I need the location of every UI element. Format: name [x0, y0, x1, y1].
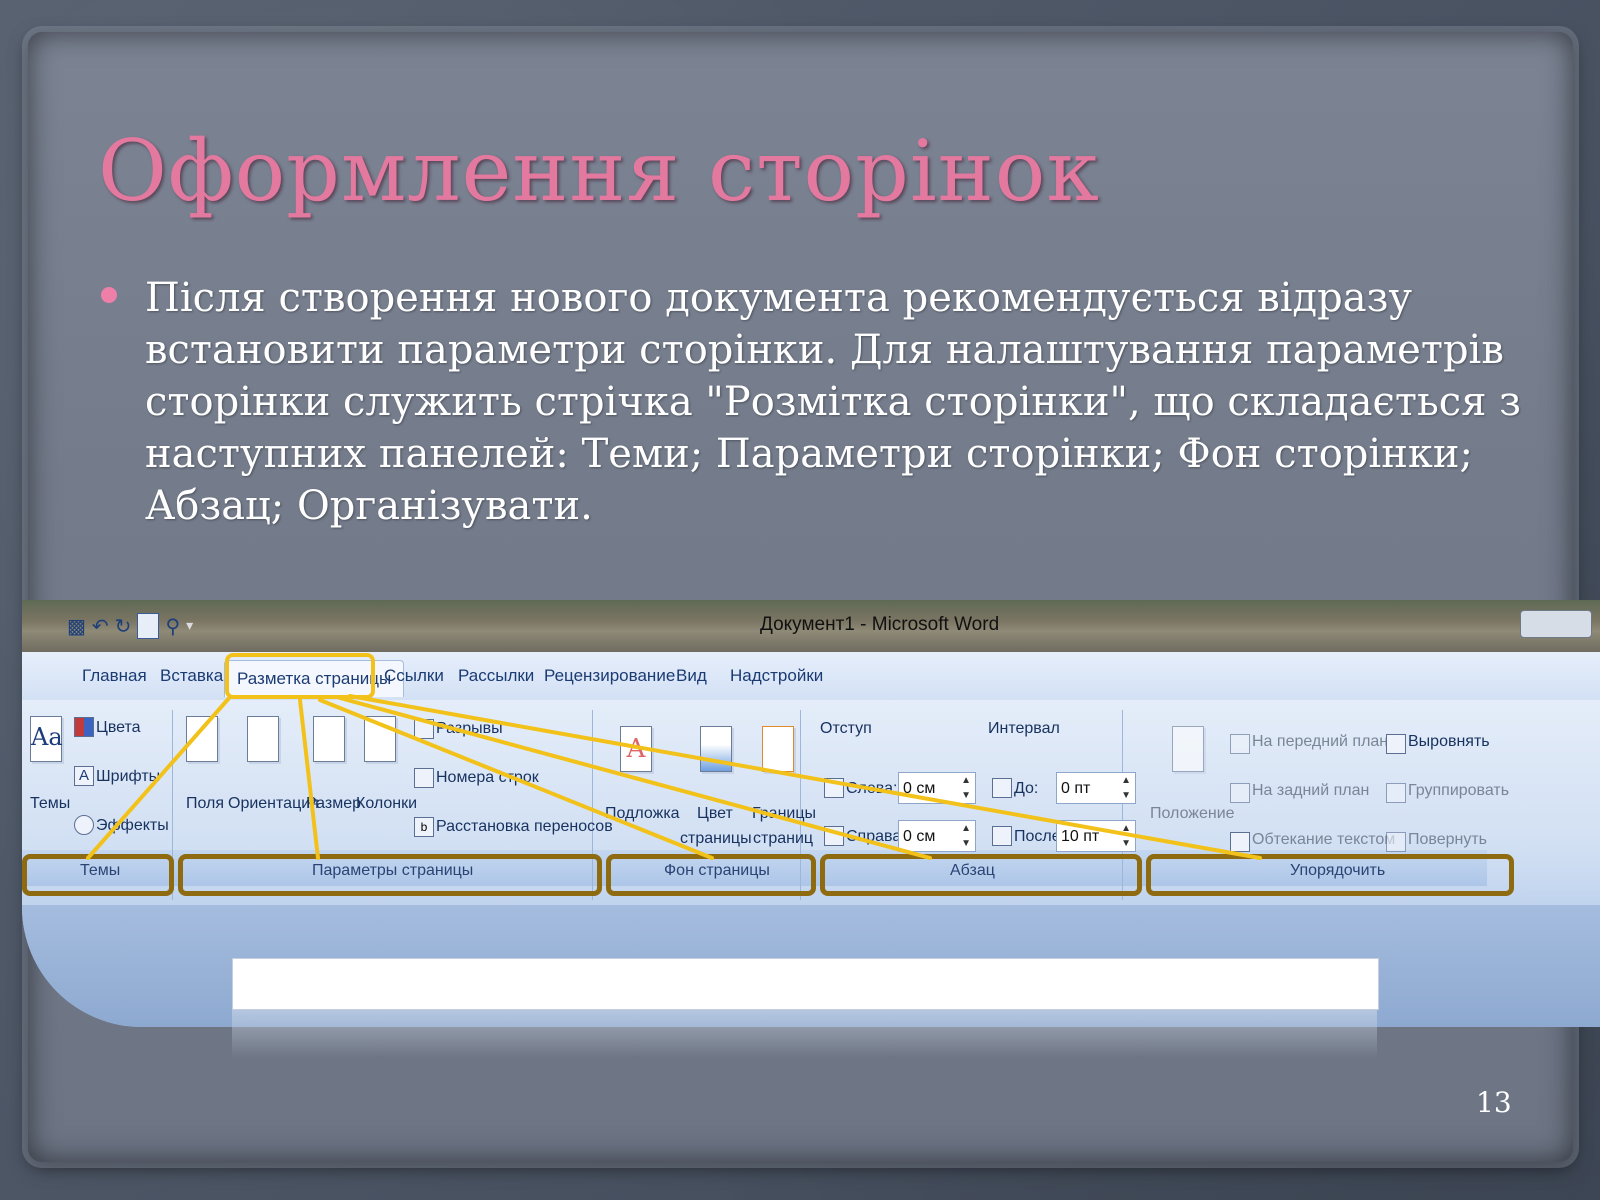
slide-title: Оформлення сторінок: [98, 122, 1100, 220]
page-borders-button-line2[interactable]: страниц: [753, 830, 813, 848]
spacing-header: Интервал: [988, 720, 1060, 737]
spinner-arrows-icon[interactable]: ▲ ▼: [961, 773, 971, 803]
indent-left-value: 0 см: [903, 780, 936, 797]
print-preview-icon[interactable]: ⚲: [165, 614, 180, 638]
fonts-icon: A: [74, 766, 94, 786]
window-title: Документ1 - Microsoft Word: [760, 614, 1000, 635]
customize-toolbar-icon[interactable]: ▾: [186, 618, 193, 634]
spacing-before-icon: [992, 778, 1012, 798]
tab-addins[interactable]: Надстройки: [730, 666, 823, 686]
tab-references[interactable]: Ссылки: [384, 666, 444, 686]
indent-right-icon: [824, 826, 844, 846]
group-icon: [1386, 783, 1406, 803]
spacing-after-input[interactable]: 10 пт ▲ ▼: [1056, 820, 1136, 852]
page-color-button-line2[interactable]: страницы: [680, 830, 752, 848]
indent-left-icon: [824, 778, 844, 798]
tab-mailings[interactable]: Рассылки: [458, 666, 534, 686]
bring-front-icon: [1230, 734, 1250, 754]
colors-button[interactable]: Цвета: [96, 719, 141, 737]
columns-button[interactable]: Колонки: [356, 795, 417, 813]
position-icon: [1172, 726, 1204, 772]
hyphenation-button[interactable]: Расстановка переносов: [436, 818, 613, 836]
columns-icon: [364, 716, 396, 762]
tab-home[interactable]: Главная: [82, 666, 147, 686]
spacing-after-icon: [992, 826, 1012, 846]
align-icon: [1386, 734, 1406, 754]
colors-icon: [74, 717, 94, 737]
tab-insert[interactable]: Вставка: [160, 666, 223, 686]
text-wrap-button[interactable]: Обтекание текстом: [1252, 831, 1395, 849]
page-setup-group-highlight: [178, 854, 602, 896]
tab-review[interactable]: Рецензирование: [544, 666, 675, 686]
effects-button[interactable]: Эффекты: [96, 817, 169, 835]
breaks-icon: [414, 719, 434, 739]
themes-icon[interactable]: Aa: [30, 716, 63, 762]
line-numbers-button[interactable]: Номера строк: [436, 769, 539, 787]
indent-header: Отступ: [820, 720, 872, 737]
document-reflection: [232, 1009, 1377, 1057]
tab-view[interactable]: Вид: [676, 666, 707, 686]
indent-left-label: Слева:: [846, 780, 898, 797]
spinner-arrows-icon[interactable]: ▲ ▼: [1121, 821, 1131, 851]
spinner-arrows-icon[interactable]: ▲ ▼: [1121, 773, 1131, 803]
size-icon: [313, 716, 345, 762]
watermark-button[interactable]: Подложка: [605, 805, 680, 823]
rotate-icon: [1386, 832, 1406, 852]
document-icon[interactable]: [137, 613, 160, 639]
size-button[interactable]: Размер: [306, 795, 361, 813]
arrange-group-highlight: [1146, 854, 1514, 896]
document-page[interactable]: [232, 958, 1379, 1010]
rotate-button[interactable]: Повернуть: [1408, 831, 1487, 849]
redo-icon[interactable]: ↻: [115, 614, 132, 638]
indent-right-value: 0 см: [903, 828, 936, 845]
orientation-icon: [247, 716, 279, 762]
spacing-after-value: 10 пт: [1061, 828, 1100, 845]
page-color-icon: [700, 726, 732, 772]
send-back-button[interactable]: На задний план: [1252, 782, 1369, 800]
align-button[interactable]: Выровнять: [1408, 733, 1490, 751]
watermark-icon: A: [620, 726, 652, 772]
themes-button-label[interactable]: Темы: [30, 795, 70, 813]
send-back-icon: [1230, 783, 1250, 803]
position-button[interactable]: Положение: [1150, 805, 1235, 823]
spinner-arrows-icon[interactable]: ▲ ▼: [961, 821, 971, 851]
window-controls[interactable]: [1520, 610, 1592, 638]
active-tab-highlight: [225, 653, 375, 699]
page-borders-icon: [762, 726, 794, 772]
text-wrap-icon: [1230, 832, 1250, 852]
spacing-before-value: 0 пт: [1061, 780, 1091, 797]
margins-button[interactable]: Поля: [186, 795, 224, 813]
slide-number: 13: [1476, 1086, 1512, 1119]
line-numbers-icon: [414, 768, 434, 788]
themes-group-highlight: [22, 854, 174, 896]
slide-body-text: Після створення нового документа рекомен…: [145, 275, 1521, 529]
page-background-group-highlight: [606, 854, 816, 896]
undo-icon[interactable]: ↶: [92, 614, 109, 638]
hyphenation-icon: b: [414, 817, 434, 837]
fonts-button[interactable]: Шрифты: [96, 768, 160, 786]
indent-left-input[interactable]: 0 см ▲ ▼: [898, 772, 976, 804]
margins-icon: [186, 716, 218, 762]
page-borders-button-line1[interactable]: Границы: [752, 805, 816, 823]
paragraph-group-highlight: [820, 854, 1142, 896]
spacing-before-input[interactable]: 0 пт ▲ ▼: [1056, 772, 1136, 804]
group-button[interactable]: Группировать: [1408, 782, 1509, 800]
page-color-button-line1[interactable]: Цвет: [697, 805, 733, 823]
breaks-button[interactable]: Разрывы: [436, 720, 503, 738]
spacing-before-label: До:: [1014, 780, 1039, 797]
indent-right-input[interactable]: 0 см ▲ ▼: [898, 820, 976, 852]
bullet-point-icon: [101, 287, 117, 303]
bring-front-button[interactable]: На передний план: [1252, 733, 1388, 751]
effects-icon: [74, 815, 94, 835]
quick-access-toolbar: ▩ ↶ ↻ ⚲ ▾: [67, 608, 193, 644]
indent-right-label: Справа:: [846, 828, 906, 845]
save-icon[interactable]: ▩: [67, 614, 86, 638]
